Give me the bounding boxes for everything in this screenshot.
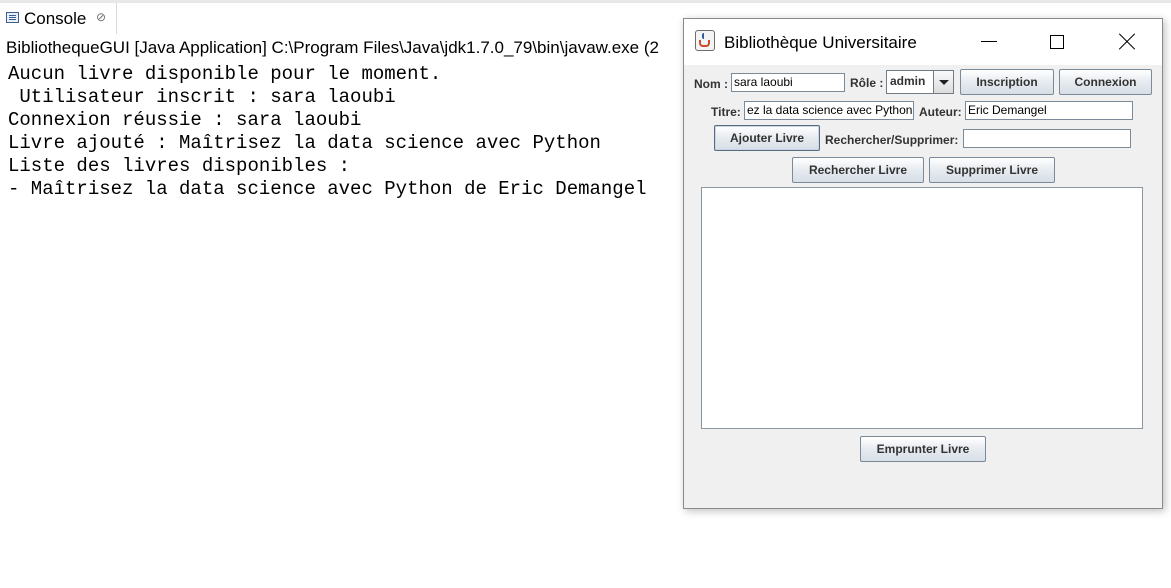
maximize-button[interactable] bbox=[1042, 27, 1072, 57]
rechercher-supprimer-input[interactable] bbox=[963, 129, 1131, 148]
console-output-line: - Maîtrisez la data science avec Python … bbox=[8, 178, 647, 200]
console-icon bbox=[6, 12, 19, 23]
java-icon-cup bbox=[699, 40, 710, 47]
titre-input[interactable]: ez la data science avec Python bbox=[744, 101, 914, 120]
window-title: Bibliothèque Universitaire bbox=[724, 33, 917, 52]
console-output-line: Liste des livres disponibles : bbox=[8, 155, 351, 177]
rechercher-livre-button[interactable]: Rechercher Livre bbox=[792, 157, 924, 183]
books-list-area[interactable] bbox=[701, 187, 1143, 429]
nom-input[interactable]: sara laoubi bbox=[731, 73, 845, 92]
console-output-line: Aucun livre disponible pour le moment. bbox=[8, 63, 442, 85]
console-output-line: Utilisateur inscrit : sara laoubi bbox=[8, 86, 396, 108]
console-output-line: Livre ajouté : Maîtrisez la data science… bbox=[8, 132, 601, 154]
close-window-button[interactable] bbox=[1112, 27, 1142, 57]
role-label: Rôle : bbox=[850, 76, 884, 90]
nom-label: Nom : bbox=[694, 77, 728, 91]
tab-console[interactable]: Console ⊘ bbox=[0, 3, 117, 34]
close-icon[interactable]: ⊘ bbox=[96, 10, 106, 24]
auteur-label: Auteur: bbox=[919, 105, 962, 119]
console-process-description: BibliothequeGUI [Java Application] C:\Pr… bbox=[6, 38, 659, 57]
console-tab-label: Console bbox=[24, 9, 87, 28]
role-select[interactable]: admin bbox=[886, 70, 954, 94]
ajouter-livre-button[interactable]: Ajouter Livre bbox=[714, 125, 820, 151]
console-output-line: Connexion réussie : sara laoubi bbox=[8, 109, 362, 131]
java-icon-steam bbox=[702, 33, 706, 39]
console-output[interactable]: Aucun livre disponible pour le moment. U… bbox=[8, 63, 647, 201]
rechercher-supprimer-label: Rechercher/Supprimer: bbox=[825, 133, 959, 147]
supprimer-livre-button[interactable]: Supprimer Livre bbox=[929, 157, 1055, 183]
role-select-value: admin bbox=[890, 74, 926, 88]
emprunter-livre-button[interactable]: Emprunter Livre bbox=[860, 436, 986, 462]
chevron-down-icon[interactable] bbox=[933, 71, 953, 93]
inscription-button[interactable]: Inscription bbox=[960, 69, 1054, 95]
tab-bar-top-border bbox=[0, 0, 1171, 3]
library-app-window: Bibliothèque Universitaire Nom : sara la… bbox=[683, 18, 1163, 509]
titre-label: Titre: bbox=[711, 105, 741, 119]
window-title-bar[interactable]: Bibliothèque Universitaire bbox=[684, 19, 1162, 65]
java-icon bbox=[695, 30, 715, 51]
minimize-button[interactable] bbox=[974, 27, 1004, 57]
connexion-button[interactable]: Connexion bbox=[1059, 69, 1152, 95]
auteur-input[interactable]: Eric Demangel bbox=[965, 101, 1133, 120]
